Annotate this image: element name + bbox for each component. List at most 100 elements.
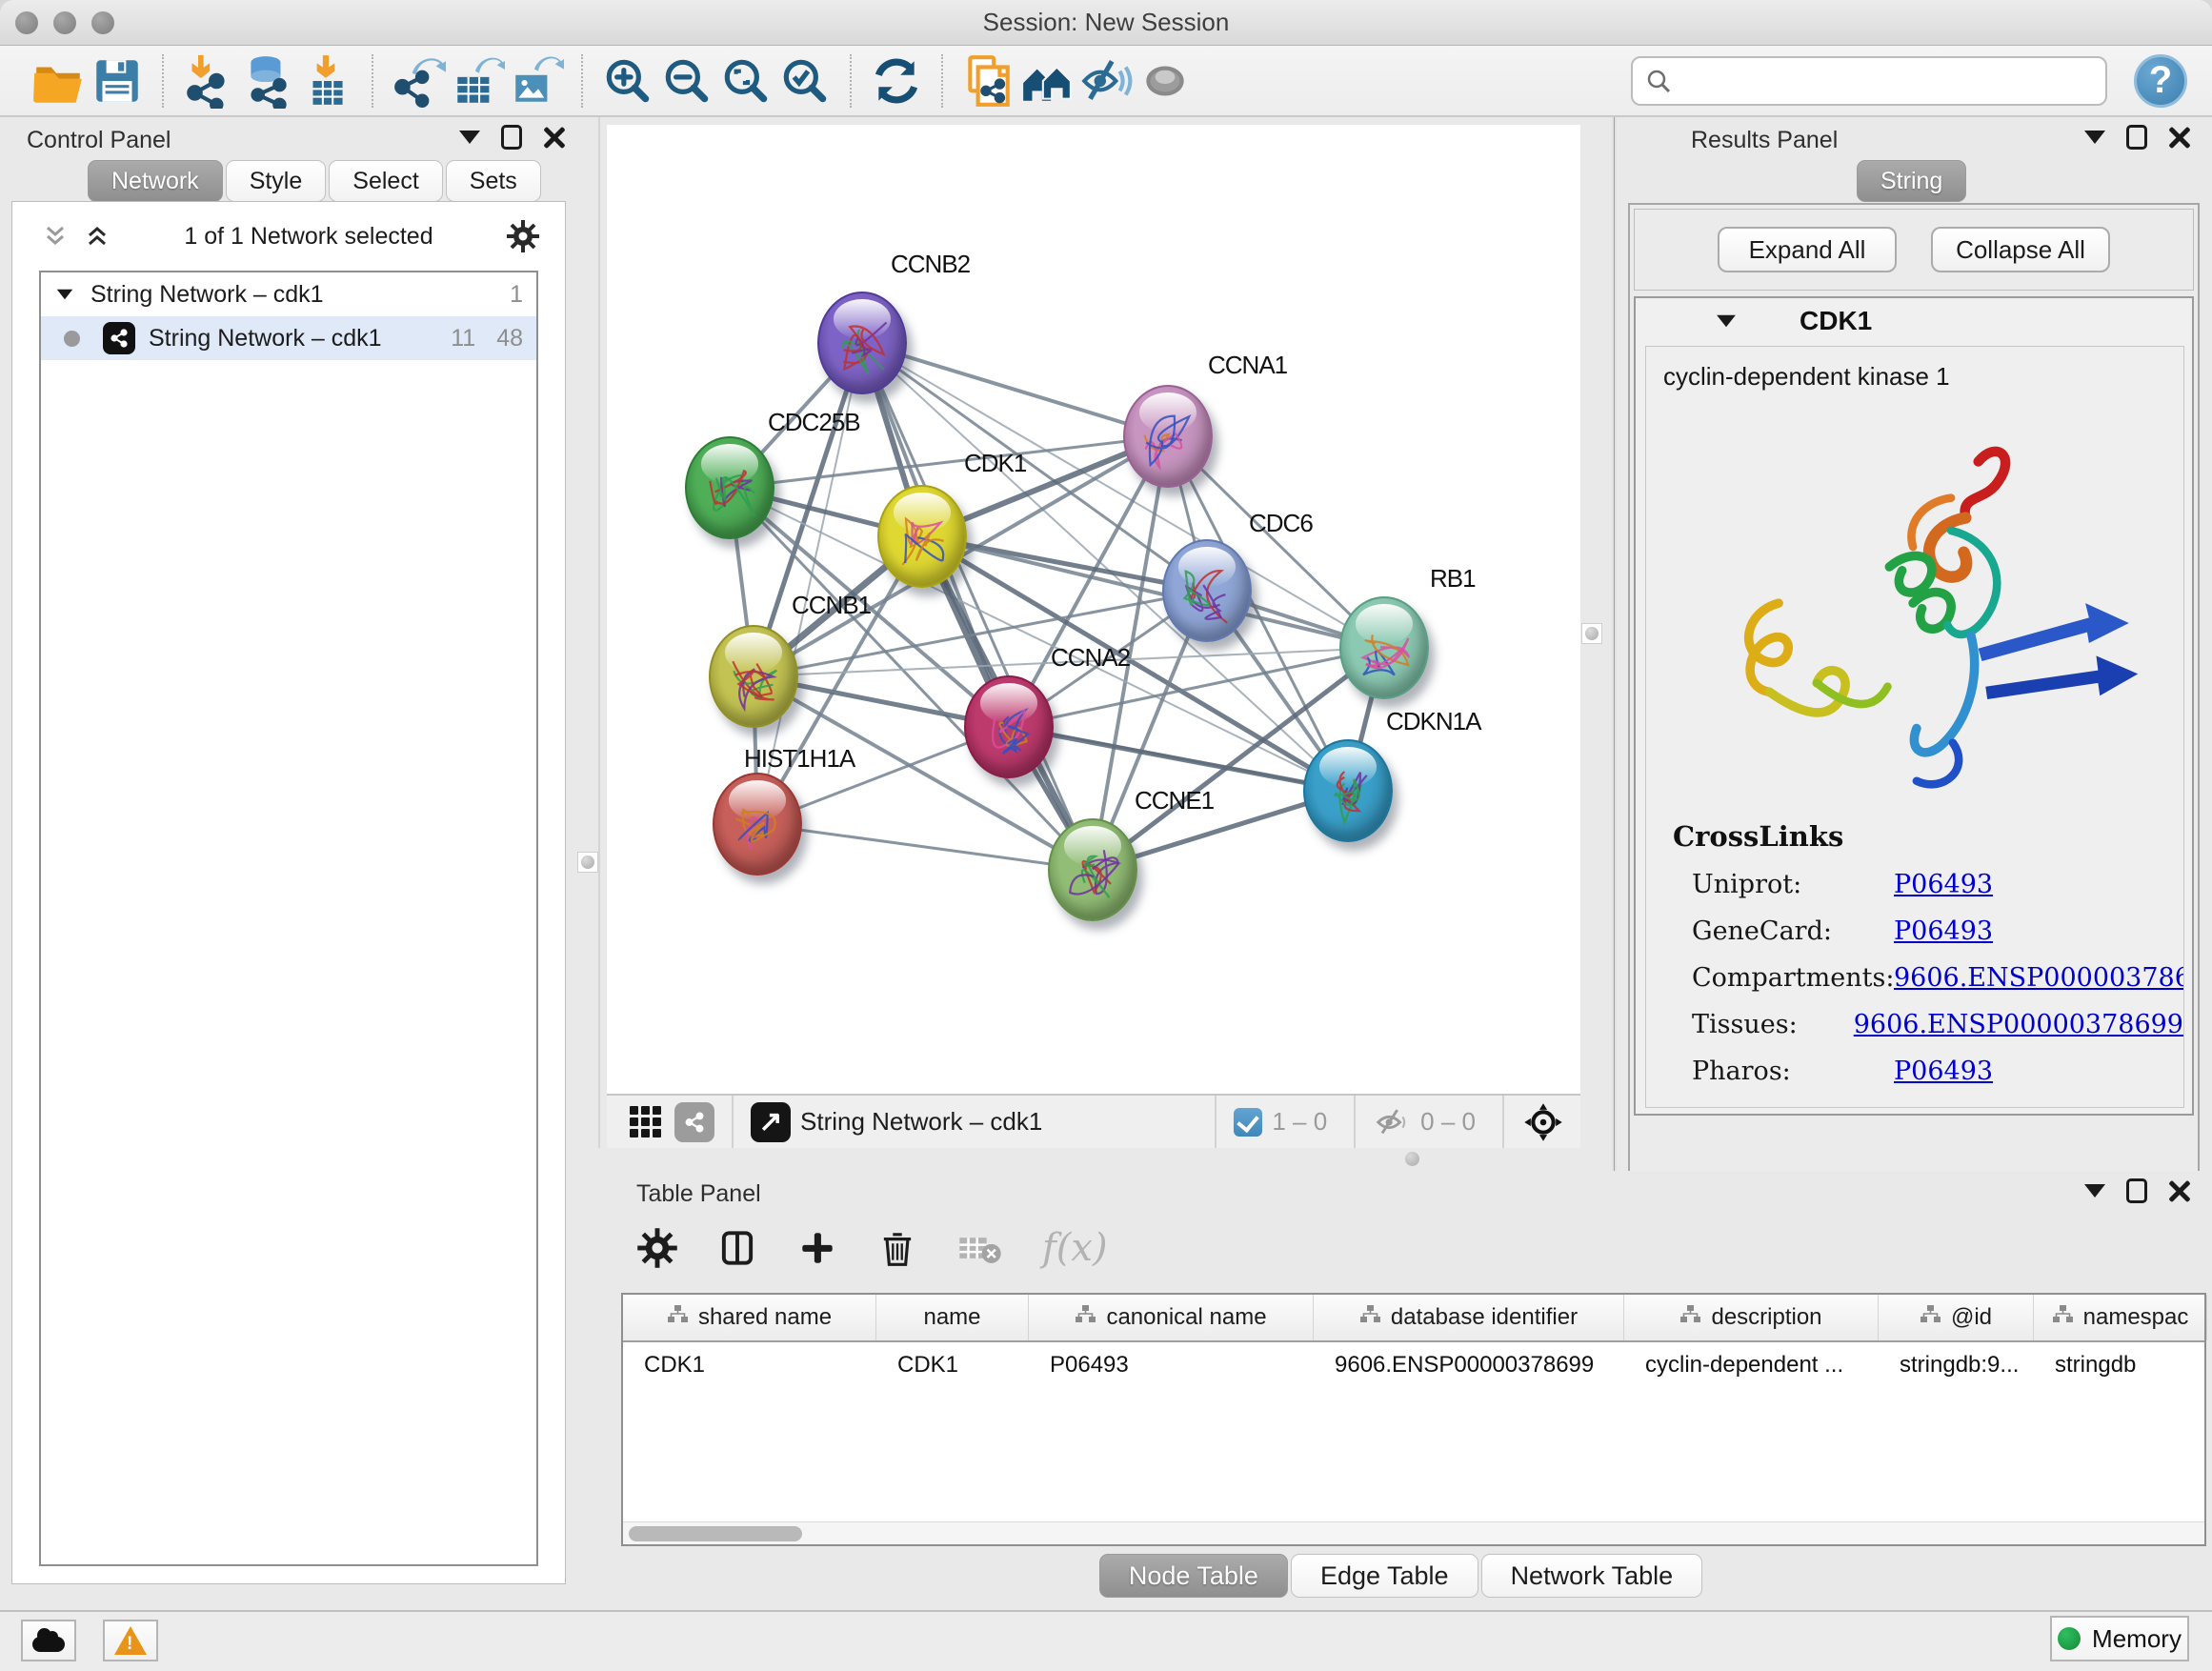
string-style-icon[interactable]	[674, 1102, 714, 1142]
crosslink-link[interactable]: P06493	[1894, 870, 1993, 899]
crosslink-link[interactable]: 9606.ENSP00000378699	[1854, 1010, 2183, 1039]
horizontal-splitter-handle[interactable]	[1405, 1152, 1419, 1166]
tab-node-table[interactable]: Node Table	[1099, 1554, 1288, 1598]
delete-column-icon[interactable]	[876, 1227, 918, 1269]
tab-style[interactable]: Style	[226, 160, 327, 202]
network-node-hist1h1a[interactable]	[713, 773, 802, 876]
network-node-ccnb1[interactable]	[709, 625, 798, 728]
birdseye-view-icon[interactable]: ↗	[751, 1102, 791, 1142]
tab-select[interactable]: Select	[329, 160, 442, 202]
section-collapse-icon[interactable]	[1717, 315, 1736, 328]
results-panel-title: Results Panel	[1691, 127, 1838, 154]
show-eye-icon[interactable]	[1136, 51, 1195, 111]
delete-table-icon[interactable]	[956, 1227, 1004, 1269]
panel-close-icon[interactable]	[2168, 1179, 2191, 1202]
network-node-rb1[interactable]	[1339, 596, 1429, 699]
export-network-icon[interactable]	[389, 51, 448, 111]
panel-close-icon[interactable]	[543, 126, 566, 149]
network-node-cdkn1a[interactable]	[1303, 739, 1393, 842]
network-node-ccna2[interactable]	[964, 675, 1054, 778]
table-horizontal-scrollbar[interactable]	[623, 1521, 2204, 1544]
network-collection-label: String Network – cdk1	[90, 281, 324, 309]
network-node-ccne1[interactable]	[1048, 818, 1137, 921]
open-session-icon[interactable]	[29, 51, 88, 111]
panel-float-icon[interactable]	[501, 125, 522, 150]
tab-network[interactable]: Network	[88, 160, 223, 202]
collapse-all-chevron-icon[interactable]	[83, 222, 111, 251]
tab-edge-table[interactable]: Edge Table	[1291, 1554, 1478, 1598]
panel-menu-icon[interactable]	[2084, 131, 2105, 144]
network-node-ccnb2[interactable]	[817, 292, 907, 394]
control-panel: Control Panel NetworkStyleSelectSets 1 o…	[0, 117, 593, 1602]
refresh-icon[interactable]	[867, 51, 926, 111]
export-table-icon[interactable]	[448, 51, 507, 111]
tab-sets[interactable]: Sets	[446, 160, 541, 202]
column-header-name[interactable]: name	[876, 1295, 1029, 1340]
network-collection-count: 1	[510, 281, 523, 309]
network-options-gear-icon[interactable]	[506, 219, 540, 253]
table-options-gear-icon[interactable]	[636, 1227, 678, 1269]
crosslink-link[interactable]: 9606.ENSP00000378699	[1894, 963, 2184, 993]
warnings-button[interactable]: !	[103, 1620, 158, 1661]
column-header--id[interactable]: @id	[1879, 1295, 2034, 1340]
hide-toggle-icon[interactable]	[1076, 51, 1136, 111]
column-header-description[interactable]: description	[1624, 1295, 1879, 1340]
column-header-shared-name[interactable]: shared name	[623, 1295, 876, 1340]
collapse-all-button[interactable]: Collapse All	[1931, 227, 2110, 272]
save-session-icon[interactable]	[88, 51, 147, 111]
selected-checkbox-icon[interactable]	[1234, 1108, 1262, 1137]
control-panel-title: Control Panel	[27, 127, 171, 154]
column-header-namespac[interactable]: namespac	[2034, 1295, 2207, 1340]
zoom-fit-icon[interactable]	[716, 51, 775, 111]
fit-selected-crosshair-icon[interactable]	[1521, 1100, 1565, 1144]
tab-string[interactable]: String	[1857, 160, 1966, 202]
column-header-canonical-name[interactable]: canonical name	[1029, 1295, 1314, 1340]
crosslink-link[interactable]: P06493	[1894, 1057, 1993, 1086]
panel-float-icon[interactable]	[2126, 1178, 2147, 1203]
gene-section-header[interactable]: CDK1	[1636, 298, 2192, 344]
grid-view-icon[interactable]	[630, 1106, 661, 1137]
crosslink-row: GeneCard:P06493	[1692, 916, 2183, 946]
expand-all-button[interactable]: Expand All	[1718, 227, 1897, 272]
zoom-in-icon[interactable]	[598, 51, 657, 111]
scrollbar-thumb[interactable]	[629, 1526, 802, 1541]
panel-menu-icon[interactable]	[459, 131, 480, 144]
crosslink-link[interactable]: P06493	[1894, 916, 1993, 946]
network-node-ccna1[interactable]	[1123, 385, 1213, 488]
string-home-icon[interactable]	[1017, 51, 1076, 111]
toolbar-separator	[372, 54, 373, 108]
expand-all-chevron-icon[interactable]	[41, 222, 70, 251]
show-columns-icon[interactable]	[716, 1227, 758, 1269]
panel-menu-icon[interactable]	[2084, 1184, 2105, 1198]
left-splitter-handle[interactable]	[577, 852, 598, 873]
cloud-status-button[interactable]	[21, 1620, 76, 1661]
panel-float-icon[interactable]	[2126, 125, 2147, 150]
tab-network-table[interactable]: Network Table	[1481, 1554, 1703, 1598]
export-image-icon[interactable]	[507, 51, 566, 111]
network-node-cdc6[interactable]	[1162, 539, 1252, 642]
search-input[interactable]	[1680, 62, 2094, 100]
network-row[interactable]: String Network – cdk1 11 48	[41, 316, 536, 360]
import-network-icon[interactable]	[179, 51, 238, 111]
network-view-canvas[interactable]: CCNB2CCNA1CDC25BCDK1CDC6RB1CCNB1CCNA2CDK…	[607, 125, 1580, 1094]
right-splitter-handle[interactable]	[1581, 623, 1602, 644]
network-node-cdc25b[interactable]	[685, 436, 774, 539]
table-row[interactable]: CDK1CDK1P064939606.ENSP00000378699cyclin…	[623, 1342, 2204, 1390]
network-node-cdk1[interactable]	[877, 485, 967, 588]
help-icon[interactable]: ?	[2134, 54, 2187, 108]
panel-close-icon[interactable]	[2168, 126, 2191, 149]
memory-button[interactable]: Memory	[2050, 1616, 2189, 1661]
tree-expand-icon[interactable]	[57, 290, 73, 300]
add-column-icon[interactable]	[796, 1227, 838, 1269]
search-box[interactable]	[1631, 56, 2107, 106]
copy-network-icon[interactable]	[958, 51, 1017, 111]
network-collection-row[interactable]: String Network – cdk1 1	[41, 272, 536, 316]
hidden-eye-slash-icon	[1373, 1103, 1411, 1141]
column-header-database-identifier[interactable]: database identifier	[1314, 1295, 1624, 1340]
left-splitter[interactable]	[598, 117, 600, 1148]
zoom-selected-icon[interactable]	[775, 51, 835, 111]
import-table-icon[interactable]	[297, 51, 356, 111]
zoom-out-icon[interactable]	[657, 51, 716, 111]
crosslinks-title: CrossLinks	[1673, 820, 2183, 853]
import-database-icon[interactable]	[238, 51, 297, 111]
